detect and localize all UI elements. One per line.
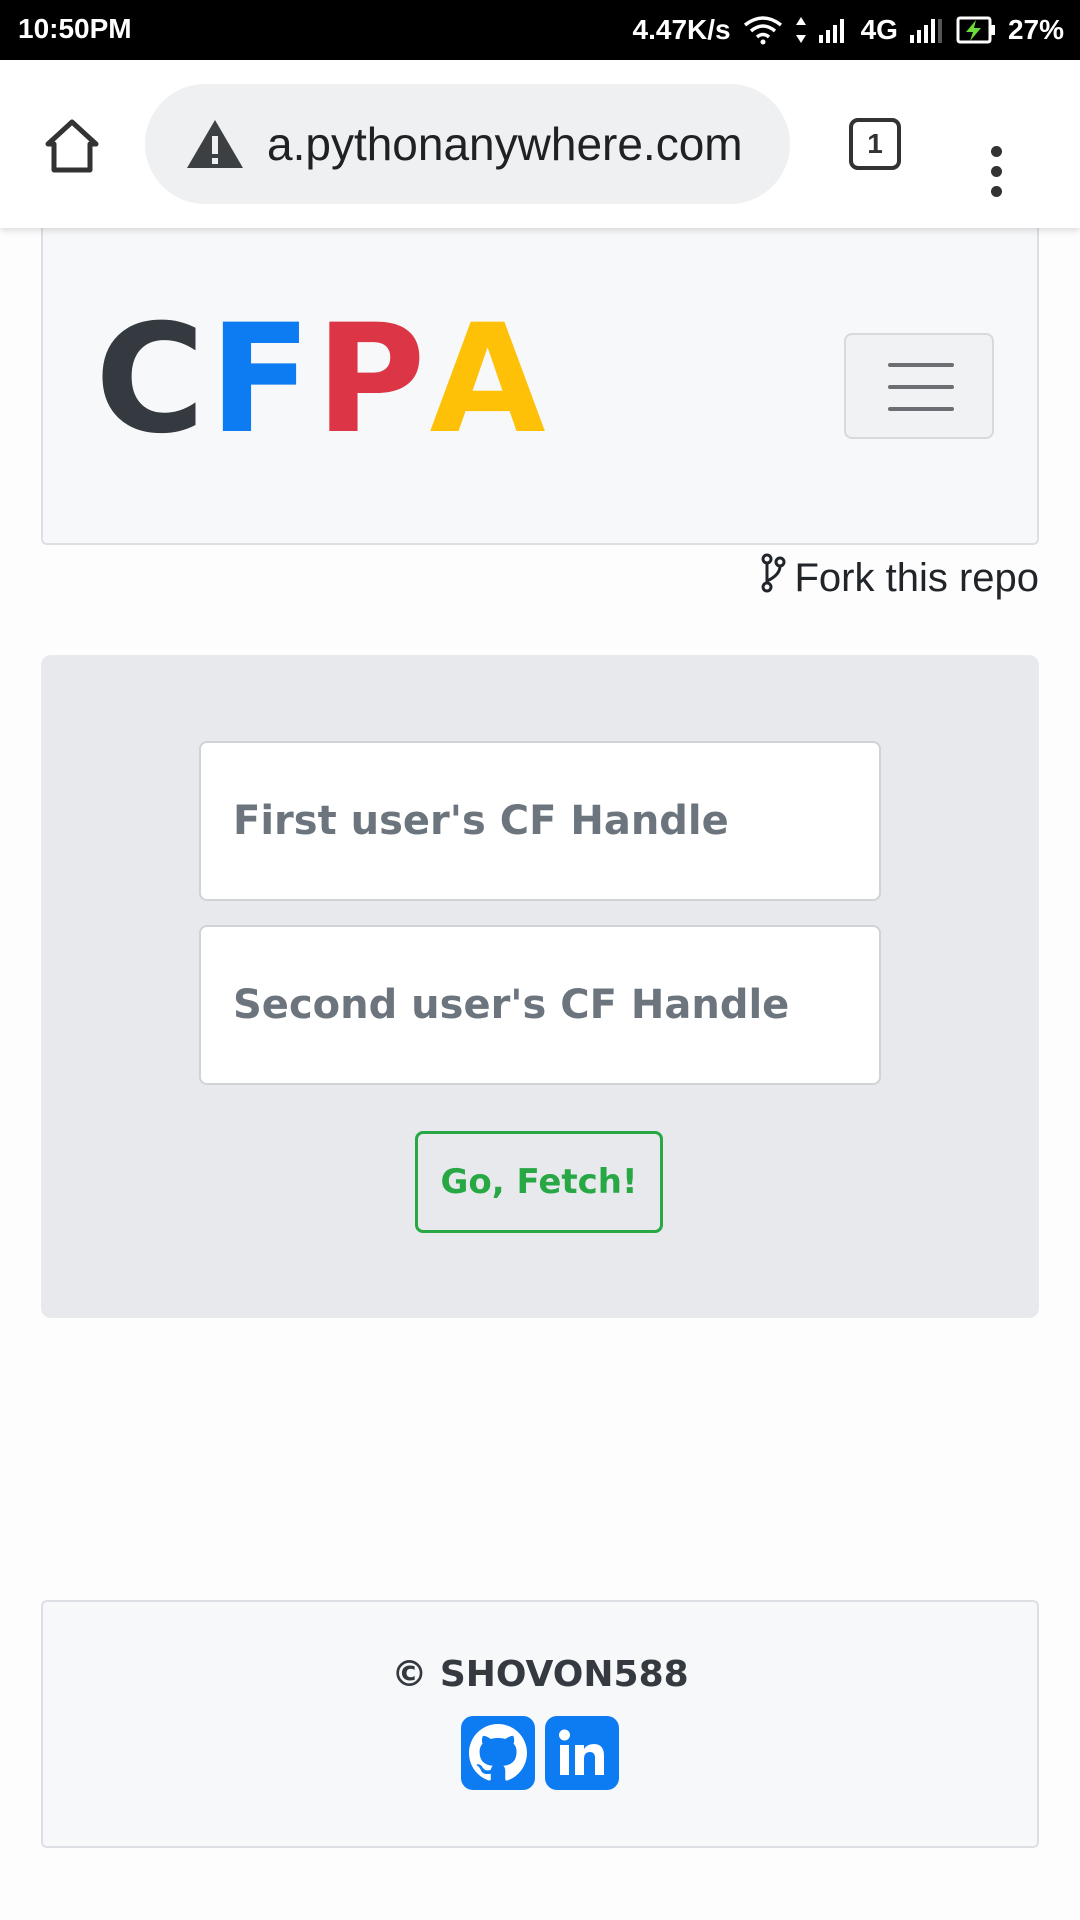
wifi-icon (743, 15, 783, 45)
logo-letter-c: C (95, 293, 210, 467)
fetch-button[interactable]: Go, Fetch! (415, 1131, 663, 1233)
social-links (43, 1716, 1037, 1790)
hamburger-icon-bar (888, 407, 954, 411)
address-bar[interactable]: a.pythonanywhere.com (145, 84, 790, 204)
fork-link-label[interactable]: Fork this repo (794, 556, 1039, 601)
network-speed: 4.47K/s (632, 14, 731, 45)
network-type: 4G (860, 14, 898, 45)
first-handle-input[interactable] (199, 741, 881, 901)
site-navbar: CFPA (41, 225, 1039, 545)
copyright-text: © SHOVON588 (391, 1654, 689, 1695)
battery-charging-icon (956, 15, 996, 45)
hamburger-icon-bar (888, 385, 954, 389)
second-handle-input[interactable] (199, 925, 881, 1085)
logo-letter-p: P (315, 293, 430, 467)
battery-percent: 27% (1007, 14, 1064, 45)
browser-toolbar: a.pythonanywhere.com 1 (0, 60, 1080, 228)
tab-switcher-button[interactable]: 1 (849, 118, 901, 170)
site-footer: © SHOVON588 (41, 1600, 1039, 1848)
hamburger-menu-button[interactable] (844, 333, 994, 439)
logo-letter-f: F (209, 293, 316, 467)
status-indicators: 4.47K/s 4G 27% (633, 8, 1064, 52)
data-arrows-icon (795, 15, 807, 45)
site-logo[interactable]: CFPA (95, 305, 550, 455)
warning-icon[interactable] (185, 118, 245, 170)
compare-form: Go, Fetch! (41, 655, 1039, 1318)
tab-count: 1 (867, 128, 883, 159)
fork-repo-link[interactable]: Fork this repo (760, 553, 1039, 603)
more-menu-icon[interactable] (976, 146, 1016, 206)
signal-icon (818, 17, 849, 43)
linkedin-icon[interactable] (545, 1716, 619, 1790)
home-icon[interactable] (40, 114, 104, 178)
git-branch-icon (760, 553, 786, 603)
signal-icon-2 (909, 17, 944, 43)
status-bar: 10:50PM 4.47K/s 4G 27% (0, 0, 1080, 60)
url-text[interactable]: a.pythonanywhere.com (267, 117, 743, 171)
hamburger-icon (888, 363, 954, 367)
github-icon[interactable] (461, 1716, 535, 1790)
logo-letter-a: A (429, 293, 550, 467)
status-time: 10:50PM (18, 13, 132, 44)
